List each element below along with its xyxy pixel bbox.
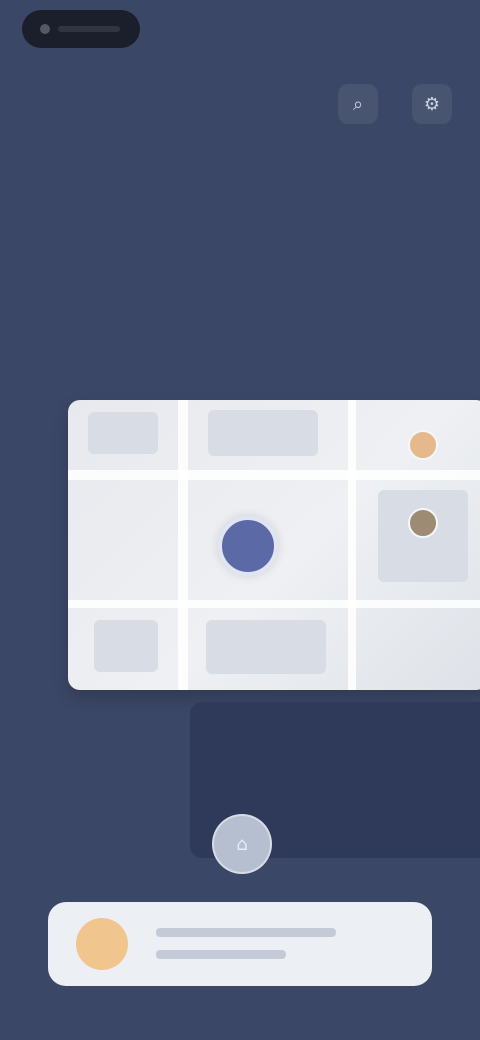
poi-pin[interactable] [408,430,438,460]
map-street [348,400,356,690]
bottom-card[interactable] [48,902,432,986]
map-street [178,400,188,690]
top-actions: ⌕ ⚙ [338,84,452,124]
home-icon: ⌂ [236,833,248,855]
card-line [156,928,336,937]
settings-icon[interactable]: ⚙ [412,84,452,124]
poi-pin[interactable] [408,508,438,538]
avatar [76,918,128,970]
map-card[interactable] [68,400,480,690]
map-block [88,412,158,454]
location-marker[interactable] [218,516,278,576]
map-street [68,470,480,480]
status-dot [40,24,50,34]
map-block [206,620,326,674]
map-block [208,410,318,456]
map-street [68,600,480,608]
home-button[interactable]: ⌂ [212,814,272,874]
status-placeholder [58,26,120,32]
card-line [156,950,286,959]
search-icon[interactable]: ⌕ [338,84,378,124]
status-pill [22,10,140,48]
map-block [94,620,158,672]
